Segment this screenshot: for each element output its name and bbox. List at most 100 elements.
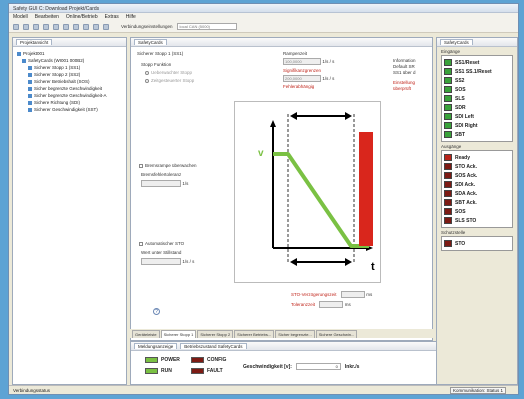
fault-led [191, 368, 204, 374]
tree-item[interactable]: Sicherer Stopp 2 (SS2) [17, 71, 122, 78]
output-label: SLS STO [455, 217, 477, 224]
ramp-time-row: 100,0000 1/s / s [283, 58, 334, 65]
output-lamp: SOS [444, 207, 510, 216]
brake-ramp-checkbox-row[interactable]: Bremsrampe überwachen [139, 163, 197, 168]
power-led [145, 357, 158, 363]
radio-button[interactable] [145, 78, 149, 83]
standstill-value-label: Wert unter Stillstand [141, 250, 182, 255]
function-icon [28, 86, 32, 91]
connect-icon[interactable] [73, 23, 79, 30]
window-title: Safety GUI C: Download Projekt/Cards [13, 6, 100, 12]
connection-select[interactable]: local CAN (5000) [176, 23, 237, 30]
inputs-group: Eingänge SS1/Reset SS1 SS.1/Reset SS2 SOS SL… [441, 49, 513, 142]
standstill-row: 1/s / s [141, 258, 194, 265]
protection-box: STO [441, 236, 513, 251]
output-lamp: SLS STO [444, 216, 510, 225]
inputs-title: Eingänge [441, 49, 461, 54]
editor-panel: SafetyCards Sicherer Stopp 1 (SS1) Stopp… [130, 37, 433, 341]
brake-tolerance-field[interactable] [141, 180, 181, 187]
ramp2-field[interactable]: 200,0000 [283, 75, 321, 82]
tab-ss2[interactable]: Sicherer Stopp 2 [197, 330, 234, 338]
output-led [444, 190, 452, 197]
speed-row: Geschwindigkeit [v]: 0 Inkr./s [243, 363, 359, 370]
tab-device-bar[interactable]: Geräteleiste [132, 330, 160, 338]
tree-item[interactable]: Sicher begrenzte Geschwindigkeit [17, 85, 122, 92]
status-left: Verbindungsstatus [13, 388, 51, 393]
tree-item[interactable]: Sicherer Geschwindigkeit (SST) [17, 106, 122, 113]
cut-icon[interactable] [43, 23, 49, 30]
function-icon [28, 72, 32, 77]
tab-io-safetycards[interactable]: SafetyCards [440, 39, 473, 45]
input-label: SDI Right [455, 122, 478, 129]
output-led [444, 217, 452, 224]
significance-label: Signifikanzgrenzen [283, 68, 322, 73]
open-icon[interactable] [23, 23, 29, 30]
save-icon[interactable] [33, 23, 39, 30]
ramp2-unit: 1/s / s [322, 75, 335, 81]
upload-icon[interactable] [93, 23, 99, 30]
input-led [444, 86, 452, 93]
tab-ss1[interactable]: Sicherer Stopp 1 [160, 330, 197, 338]
input-led [444, 68, 452, 75]
download-icon[interactable] [83, 23, 89, 30]
tab-sos[interactable]: Sicherer Betriebs... [234, 330, 275, 338]
outputs-group: Ausgänge Ready STO Ack. SOS Ack. SDI Ack. SD… [441, 144, 513, 228]
input-led [444, 95, 452, 102]
input-led [444, 77, 452, 84]
input-label: SDR [455, 104, 466, 111]
editor-panel-header: SafetyCards [131, 38, 432, 47]
tree-item[interactable]: SafetyCards (WI001 000B2) [17, 57, 122, 64]
function-icon [28, 79, 32, 84]
checkbox[interactable] [139, 163, 143, 168]
diagram-bottom-arrow-left [290, 258, 297, 266]
ramp-time-field[interactable]: 100,0000 [283, 58, 321, 65]
copy-icon[interactable] [53, 23, 59, 30]
input-label: SDI Left [455, 113, 474, 120]
ramp2-row: 200,0000 1/s / s [283, 75, 334, 82]
auto-sto-checkbox-row[interactable]: Automatischer STO [139, 241, 184, 246]
radio-monitored-stop[interactable]: Ueberwachter Stopp [145, 70, 192, 75]
radio-button[interactable] [145, 70, 149, 75]
menu-item-model[interactable]: Modell [13, 14, 28, 20]
input-label: SS2 [455, 77, 465, 84]
tab-safetycards-editor[interactable]: SafetyCards [134, 39, 167, 45]
card-icon [22, 58, 26, 63]
sto-delay-field[interactable] [340, 291, 365, 298]
paste-icon[interactable] [63, 23, 69, 30]
menu-item-help[interactable]: Hilfe [126, 14, 136, 20]
input-label: SLS [455, 95, 465, 102]
tree-item[interactable]: Sicherer Stopp 1 (SS1) [17, 64, 122, 71]
config-led [191, 357, 204, 363]
menu-item-online[interactable]: Online/Betrieb [66, 14, 98, 20]
tab-project-view[interactable]: Projektansicht [16, 39, 53, 45]
tree-item[interactable]: Sicherer Betriebshalt (SOS) [17, 78, 122, 85]
protection-group: Schutzstelle STO [441, 230, 513, 251]
new-icon[interactable] [13, 23, 19, 30]
radio-timed-stop[interactable]: Zeitgesteuerter Stopp [145, 78, 194, 83]
protection-label: STO [455, 240, 466, 247]
tree-item[interactable]: Projekt001 [17, 50, 122, 57]
tolerance-field[interactable] [319, 301, 344, 308]
standstill-field[interactable] [141, 258, 181, 265]
output-label: SOS Ack. [455, 172, 478, 179]
fault-label: FAULT [207, 368, 223, 374]
sto-bar [359, 132, 373, 246]
output-label: STO Ack. [455, 163, 477, 170]
checkbox[interactable] [139, 241, 143, 246]
fault-dependent-label: Fehlerabhängig [283, 84, 315, 89]
tree-item[interactable]: Sichere Richtung (SDI) [17, 99, 122, 106]
menu-item-extras[interactable]: Extras [105, 14, 119, 20]
tab-operating-state[interactable]: Betriebszustand SafetyCards [180, 343, 247, 349]
menu-item-edit[interactable]: Bearbeiten [35, 14, 59, 20]
menu-bar: Modell Bearbeiten Online/Betrieb Extras … [9, 13, 518, 21]
outputs-title: Ausgänge [441, 144, 462, 149]
help-icon[interactable]: ? [153, 308, 160, 315]
tab-ssm[interactable]: Sichere Geschwin... [315, 330, 358, 338]
input-lamp: SLS [444, 94, 510, 103]
section-title: Sicherer Stopp 1 (SS1) [137, 51, 184, 56]
tab-messages[interactable]: Meldungsanzeige [134, 343, 178, 349]
tab-sls[interactable]: Sicher begrenzte... [275, 330, 315, 338]
tree-item[interactable]: Sicher begrenzte Geschwindigkeit-A [17, 92, 122, 99]
settings-icon[interactable] [103, 23, 109, 30]
output-led [444, 154, 452, 161]
